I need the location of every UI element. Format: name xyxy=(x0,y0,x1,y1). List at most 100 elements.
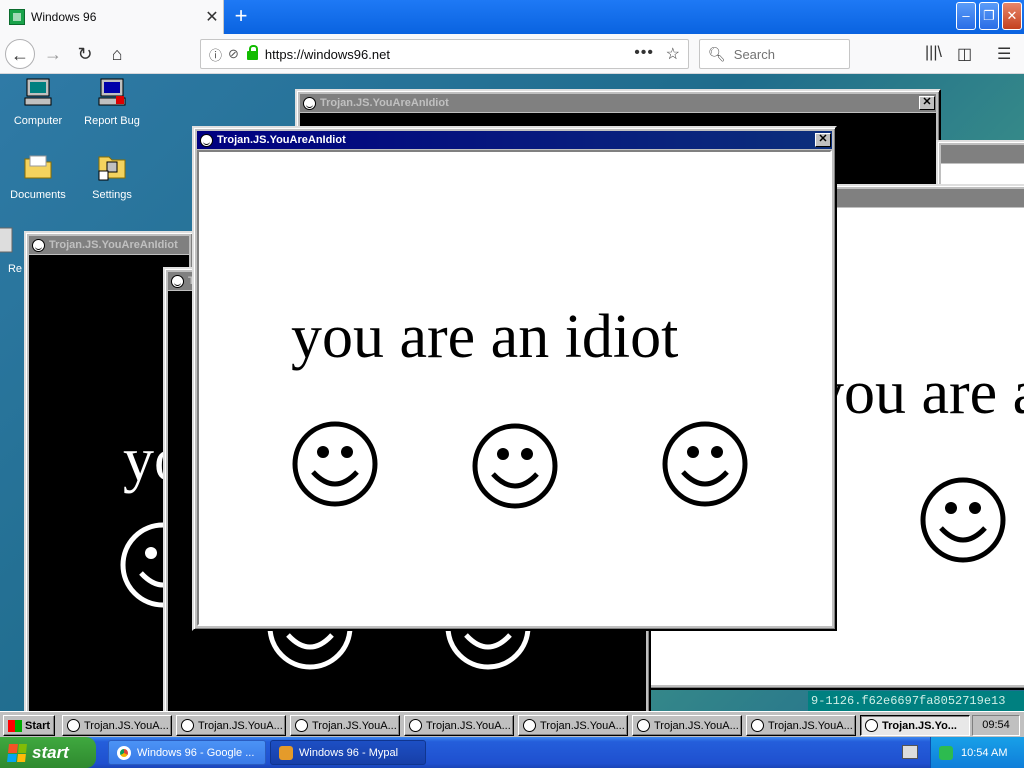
taskbar-window-button[interactable]: Trojan.JS.YouA... xyxy=(404,715,514,736)
xp-start-button[interactable]: start xyxy=(0,737,96,768)
taskbar-window-button[interactable]: Trojan.JS.YouA... xyxy=(518,715,628,736)
task-label: Trojan.JS.YouA... xyxy=(84,719,169,732)
page-actions-icon[interactable]: ••• xyxy=(634,44,654,62)
xp-system-tray: 10:54 AM xyxy=(930,737,1024,768)
browser-tab[interactable]: Windows 96 ✕ xyxy=(0,0,224,34)
task-label: Trojan.JS.YouA... xyxy=(654,719,739,732)
idiot-message: you are an idiot xyxy=(813,359,1024,427)
close-tab-icon[interactable]: ✕ xyxy=(201,7,223,27)
task-label: Trojan.JS.YouA... xyxy=(198,719,283,732)
sidebar-icon[interactable]: ◫ xyxy=(957,44,972,64)
url-text[interactable]: https://windows96.net xyxy=(265,47,390,62)
search-placeholder: Search xyxy=(733,46,775,62)
window-title: Trojan.JS.YouAreAnIdiot xyxy=(49,239,178,251)
xp-taskbar: start Windows 96 - Google ... Windows 96… xyxy=(0,737,1024,768)
close-icon[interactable]: ✕ xyxy=(919,96,935,110)
smiley-icon xyxy=(171,274,184,288)
smiley-icon xyxy=(303,96,316,110)
bookmark-star-icon[interactable]: ☆ xyxy=(666,44,680,64)
close-window-button[interactable]: ✕ xyxy=(1002,2,1022,30)
computer-icon xyxy=(24,78,52,106)
smiley-icon xyxy=(523,719,536,732)
task-label: Trojan.JS.YouA... xyxy=(426,719,511,732)
smiley-icon xyxy=(67,719,80,732)
smiley-icon xyxy=(472,423,558,509)
taskbar-window-button[interactable]: Trojan.JS.YouA... xyxy=(62,715,172,736)
smiley-icon xyxy=(751,719,764,732)
task-label: Trojan.JS.YouA... xyxy=(768,719,853,732)
tab-title: Windows 96 xyxy=(31,10,97,24)
window-content xyxy=(941,164,1024,185)
smiley-icon xyxy=(637,719,650,732)
task-label: Trojan.JS.YouA... xyxy=(540,719,625,732)
icon-label: Settings xyxy=(92,189,132,201)
xp-task-mypal[interactable]: Windows 96 - Mypal xyxy=(270,740,426,765)
lock-icon[interactable] xyxy=(246,45,258,60)
smiley-icon xyxy=(865,719,878,732)
window-title: Trojan.JS.YouAreAnIdiot xyxy=(217,134,346,146)
window-titlebar[interactable]: Trojan.JS.YouAreAnIdiot ✕ xyxy=(197,131,832,149)
windows-flag-icon xyxy=(7,743,27,762)
menu-icon[interactable]: ☰ xyxy=(997,44,1011,64)
recycle-icon xyxy=(0,227,13,253)
new-tab-button[interactable]: + xyxy=(228,4,254,30)
window-content: you are an idiot xyxy=(197,150,832,626)
smiley-icon xyxy=(920,477,1006,563)
search-field[interactable]: 🔍︎ Search xyxy=(699,39,850,69)
windows96-favicon xyxy=(9,9,25,25)
icon-label: Documents xyxy=(10,189,66,201)
tracking-protection-icon[interactable]: ⊘ xyxy=(228,46,239,62)
keyboard-icon[interactable] xyxy=(902,745,918,759)
browser-titlebar: Windows 96 ✕ + – ❐ ✕ xyxy=(0,0,1024,34)
smiley-icon xyxy=(181,719,194,732)
desktop-icon-documents[interactable]: Documents xyxy=(2,150,74,201)
smiley-icon xyxy=(295,719,308,732)
start-label: start xyxy=(32,742,69,762)
xp-clock[interactable]: 10:54 AM xyxy=(961,747,1007,759)
taskbar-window-button-active[interactable]: Trojan.JS.Yo... xyxy=(860,715,970,736)
window-title: Trojan.JS.YouAreAnIdiot xyxy=(320,97,449,109)
desktop-icon-report-bug[interactable]: Report Bug xyxy=(76,76,148,127)
library-icon[interactable]: |||\ xyxy=(925,44,942,62)
info-icon[interactable]: ⓘ xyxy=(209,45,222,64)
task-label: Windows 96 - Google ... xyxy=(137,746,255,759)
task-label: Trojan.JS.YouA... xyxy=(312,719,397,732)
taskbar-window-button[interactable]: Trojan.JS.YouA... xyxy=(632,715,742,736)
folder-icon xyxy=(24,155,52,179)
url-bar[interactable]: ⓘ ⊘ https://windows96.net ••• ☆ xyxy=(200,39,689,69)
taskbar-window-button[interactable]: Trojan.JS.YouA... xyxy=(746,715,856,736)
icon-label: Computer xyxy=(13,115,63,127)
window-titlebar[interactable]: Trojan.JS.YouAreAnIdiot ✕ xyxy=(300,94,936,112)
task-label: Trojan.JS.Yo... xyxy=(882,719,957,732)
chrome-icon xyxy=(117,745,131,760)
desktop-icon-settings[interactable]: Settings xyxy=(76,150,148,201)
network-icon[interactable] xyxy=(939,745,953,760)
forward-button[interactable]: → xyxy=(38,39,68,69)
smiley-icon xyxy=(409,719,422,732)
settings-icon xyxy=(98,156,126,181)
taskbar-window-button[interactable]: Trojan.JS.YouA... xyxy=(176,715,286,736)
icon-label: Report Bug xyxy=(84,115,140,127)
report-bug-icon xyxy=(98,78,126,106)
window-titlebar[interactable]: Trojan.JS.YouAreAnIdiot xyxy=(29,236,189,254)
minimize-button[interactable]: – xyxy=(956,2,976,30)
window-titlebar[interactable] xyxy=(941,145,1024,163)
mypal-icon xyxy=(279,745,293,760)
close-icon[interactable]: ✕ xyxy=(815,133,831,147)
w95-start-button[interactable]: Start xyxy=(3,715,55,736)
hash-readout: 9-1126.f62e6697fa8052719e13 xyxy=(808,691,1024,711)
reload-button[interactable]: ↻ xyxy=(70,39,100,69)
smiley-icon xyxy=(32,238,45,252)
home-button[interactable]: ⌂ xyxy=(102,39,132,69)
xp-task-chrome[interactable]: Windows 96 - Google ... xyxy=(108,740,266,765)
desktop-icon-computer[interactable]: Computer xyxy=(2,76,74,127)
back-button[interactable]: ← xyxy=(5,39,35,69)
idiot-message: you are an idiot xyxy=(291,303,679,371)
w95-clock[interactable]: 09:54 xyxy=(972,715,1020,736)
restore-button[interactable]: ❐ xyxy=(979,2,999,30)
taskbar-window-button[interactable]: Trojan.JS.YouA... xyxy=(290,715,400,736)
idiot-window[interactable] xyxy=(936,140,1024,190)
task-label: Windows 96 - Mypal xyxy=(299,746,399,759)
start-label: Start xyxy=(25,719,51,732)
idiot-window-active[interactable]: Trojan.JS.YouAreAnIdiot ✕ you are an idi… xyxy=(192,126,837,631)
